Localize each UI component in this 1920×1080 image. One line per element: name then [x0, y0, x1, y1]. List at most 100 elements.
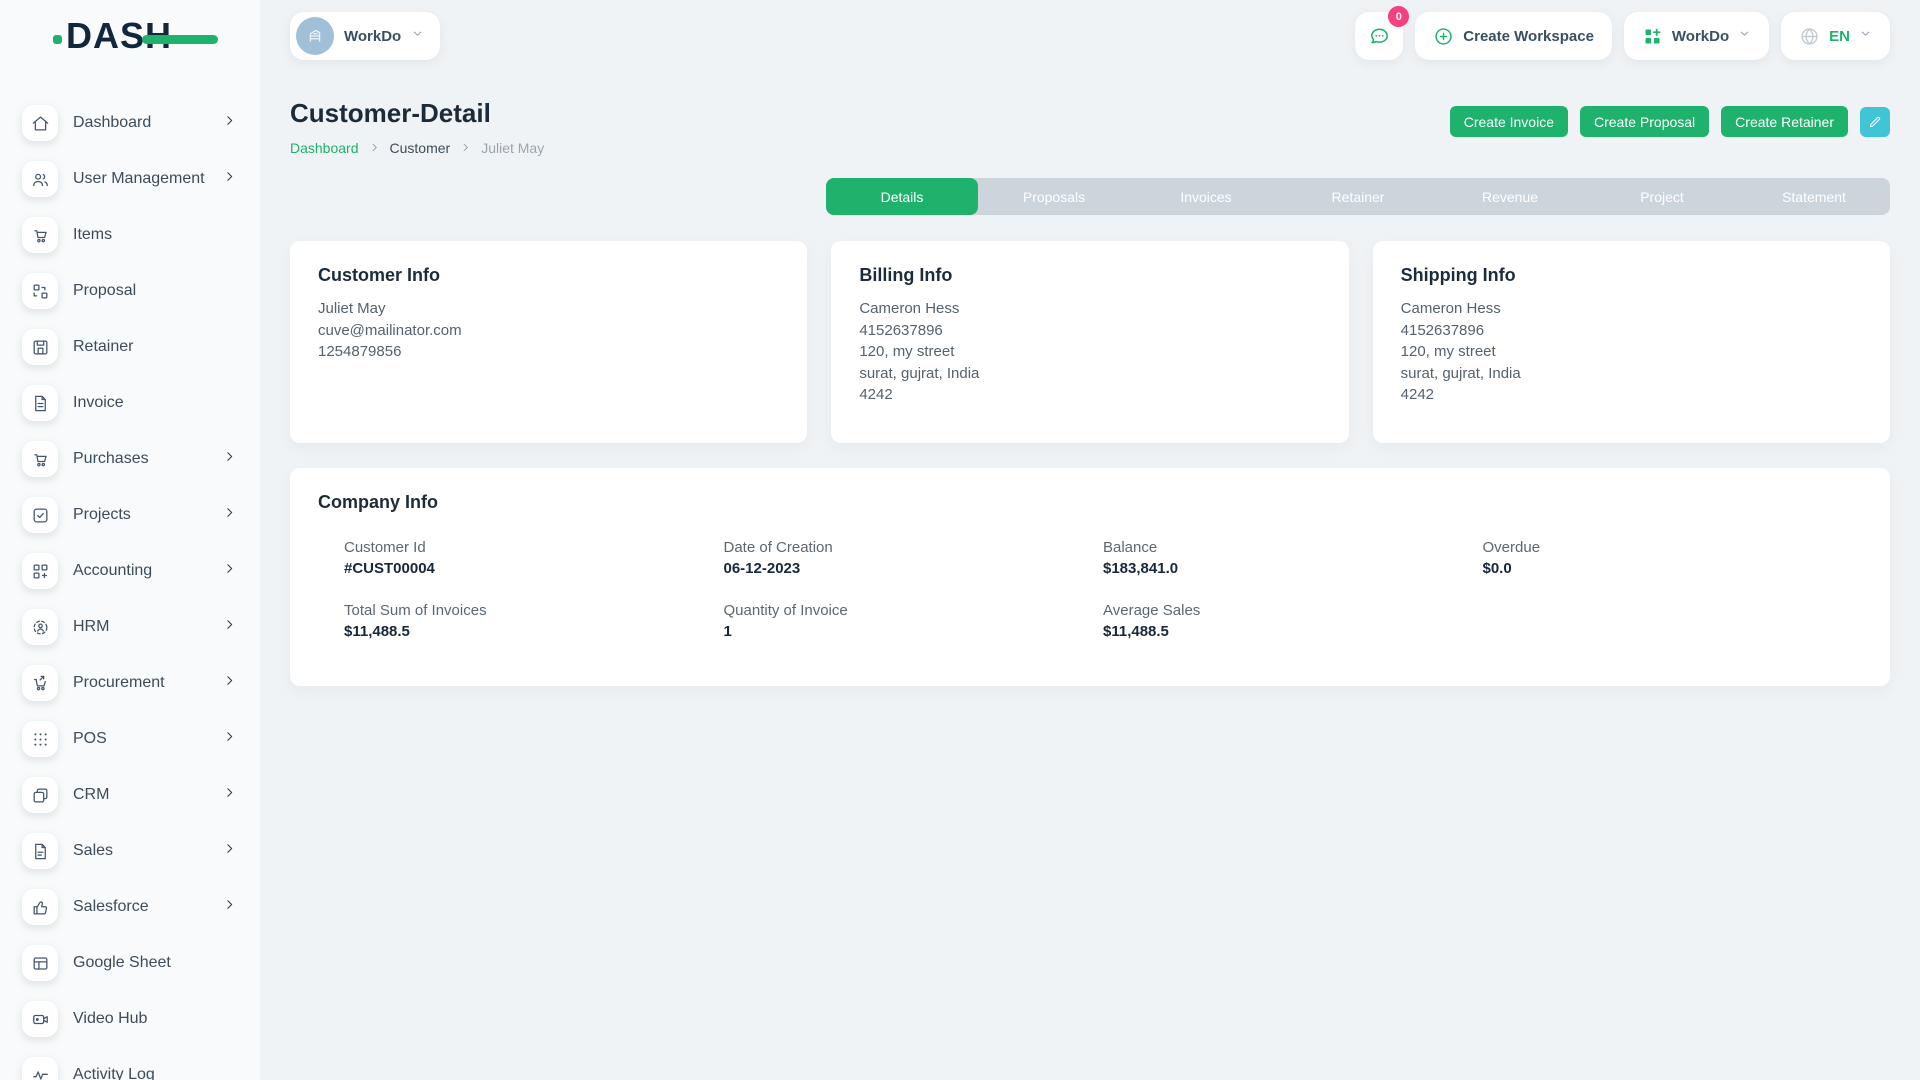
- grid-plus-icon: [1642, 26, 1663, 47]
- customer-email: cuve@mailinator.com: [318, 320, 779, 342]
- sidebar-item-procurement[interactable]: Procurement: [22, 665, 236, 701]
- edit-customer-button[interactable]: [1860, 107, 1890, 137]
- sidebar-item-label: Items: [73, 226, 236, 244]
- users-icon: [22, 161, 58, 197]
- floppy-icon: [22, 329, 58, 365]
- create-retainer-button[interactable]: Create Retainer: [1721, 106, 1848, 137]
- sidebar-item-sales[interactable]: Sales: [22, 833, 236, 869]
- field-customer-id: Customer Id #CUST00004: [344, 539, 724, 577]
- cart-icon: [22, 441, 58, 477]
- sidebar-item-items[interactable]: Items: [22, 217, 236, 253]
- sidebar-item-invoice[interactable]: Invoice: [22, 385, 236, 421]
- billing-zip: 4242: [859, 384, 1320, 406]
- sidebar-item-proposal[interactable]: Proposal: [22, 273, 236, 309]
- card-title: Shipping Info: [1401, 265, 1862, 286]
- chevron-right-icon: [460, 140, 471, 156]
- main-content: WorkDo 0 Create Workspace WorkDo EN: [260, 0, 1920, 1080]
- sidebar-item-label: Procurement: [73, 674, 223, 692]
- shipping-name: Cameron Hess: [1401, 298, 1862, 320]
- sidebar-item-label: User Management: [73, 170, 223, 188]
- page-actions: Create Invoice Create Proposal Create Re…: [1450, 106, 1890, 137]
- sidebar-item-activity-log[interactable]: Activity Log: [22, 1057, 236, 1080]
- sidebar-nav: Dashboard User Management Items Proposal…: [0, 72, 260, 1080]
- workspace-switcher[interactable]: WorkDo: [290, 12, 440, 60]
- sidebar-item-label: Activity Log: [73, 1066, 236, 1080]
- sidebar-item-crm[interactable]: CRM: [22, 777, 236, 813]
- sidebar-item-projects[interactable]: Projects: [22, 497, 236, 533]
- windows-icon: [22, 777, 58, 813]
- sidebar-item-dashboard[interactable]: Dashboard: [22, 105, 236, 141]
- workspace-avatar: [296, 17, 334, 55]
- breadcrumb: Dashboard Customer Juliet May: [290, 140, 544, 156]
- messages-button[interactable]: 0: [1355, 12, 1403, 60]
- page-head: Customer-Detail Dashboard Customer Julie…: [290, 98, 1890, 156]
- file-text-icon: [22, 385, 58, 421]
- logo-dot: [53, 35, 62, 44]
- tab-retainer[interactable]: Retainer: [1282, 178, 1434, 215]
- create-workspace-label: Create Workspace: [1463, 28, 1594, 45]
- tab-project[interactable]: Project: [1586, 178, 1738, 215]
- breadcrumb-customer-link[interactable]: Customer: [390, 140, 451, 156]
- chevron-right-icon: [223, 786, 236, 804]
- sidebar-item-label: Dashboard: [73, 114, 223, 132]
- breadcrumb-dashboard-link[interactable]: Dashboard: [290, 140, 359, 156]
- field-balance: Balance $183,841.0: [1103, 539, 1483, 577]
- tab-revenue[interactable]: Revenue: [1434, 178, 1586, 215]
- shuffle-grid-icon: [22, 273, 58, 309]
- pulse-icon: [22, 1057, 58, 1080]
- tab-invoices[interactable]: Invoices: [1130, 178, 1282, 215]
- sidebar-item-label: Proposal: [73, 282, 236, 300]
- sidebar-item-pos[interactable]: POS: [22, 721, 236, 757]
- plus-circle-icon: [1433, 26, 1454, 47]
- sidebar-item-retainer[interactable]: Retainer: [22, 329, 236, 365]
- grid-plus-icon: [22, 553, 58, 589]
- apps-dropdown-label: WorkDo: [1672, 28, 1729, 45]
- table-icon: [22, 945, 58, 981]
- language-selector[interactable]: EN: [1781, 12, 1890, 60]
- tab-statement[interactable]: Statement: [1738, 178, 1890, 215]
- tab-details[interactable]: Details: [826, 178, 978, 215]
- sidebar-item-accounting[interactable]: Accounting: [22, 553, 236, 589]
- field-overdue: Overdue $0.0: [1483, 539, 1863, 577]
- topbar: WorkDo 0 Create Workspace WorkDo EN: [290, 0, 1890, 72]
- sidebar-item-label: Video Hub: [73, 1010, 236, 1028]
- sidebar-item-google-sheet[interactable]: Google Sheet: [22, 945, 236, 981]
- sidebar-item-purchases[interactable]: Purchases: [22, 441, 236, 477]
- home-icon: [22, 105, 58, 141]
- sidebar-item-hrm[interactable]: HRM: [22, 609, 236, 645]
- sidebar-item-label: CRM: [73, 786, 223, 804]
- cart-icon: [22, 217, 58, 253]
- sidebar: DASH Dashboard User Management Items Pro…: [0, 0, 260, 1080]
- pencil-icon: [1868, 115, 1882, 129]
- logo[interactable]: DASH: [0, 0, 260, 72]
- logo-dash-bar: [142, 35, 218, 44]
- chevron-right-icon: [223, 898, 236, 916]
- sidebar-item-label: Retainer: [73, 338, 236, 356]
- apps-dropdown[interactable]: WorkDo: [1624, 12, 1769, 60]
- chevron-right-icon: [223, 674, 236, 692]
- thumbs-up-icon: [22, 889, 58, 925]
- sidebar-item-label: Google Sheet: [73, 954, 236, 972]
- shipping-city: surat, gujrat, India: [1401, 363, 1862, 385]
- sidebar-item-label: Sales: [73, 842, 223, 860]
- check-square-icon: [22, 497, 58, 533]
- field-total-sum-of-invoices: Total Sum of Invoices $11,488.5: [344, 602, 724, 640]
- sidebar-item-video-hub[interactable]: Video Hub: [22, 1001, 236, 1037]
- chevron-right-icon: [223, 730, 236, 748]
- card-title: Company Info: [318, 492, 1862, 513]
- video-camera-icon: [22, 1001, 58, 1037]
- create-proposal-button[interactable]: Create Proposal: [1580, 106, 1709, 137]
- create-invoice-button[interactable]: Create Invoice: [1450, 106, 1568, 137]
- chevron-right-icon: [369, 140, 380, 156]
- customer-name: Juliet May: [318, 298, 779, 320]
- sidebar-item-salesforce[interactable]: Salesforce: [22, 889, 236, 925]
- detail-tabs: Details Proposals Invoices Retainer Reve…: [826, 178, 1890, 215]
- workspace-name: WorkDo: [344, 28, 401, 45]
- tab-proposals[interactable]: Proposals: [978, 178, 1130, 215]
- company-info-card: Company Info Customer Id #CUST00004 Date…: [290, 468, 1890, 686]
- card-title: Billing Info: [859, 265, 1320, 286]
- sidebar-item-user-management[interactable]: User Management: [22, 161, 236, 197]
- create-workspace-button[interactable]: Create Workspace: [1415, 12, 1612, 60]
- file-icon: [22, 833, 58, 869]
- chevron-right-icon: [223, 170, 236, 188]
